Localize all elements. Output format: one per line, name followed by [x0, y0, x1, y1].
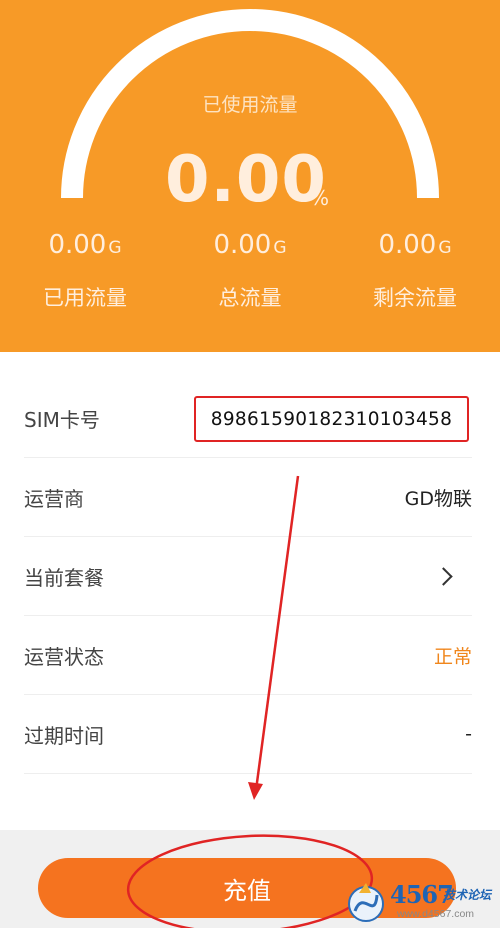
stat-total-label: 总流量 — [218, 286, 282, 310]
usage-percent-unit: % — [310, 186, 330, 210]
sim-number-label: SIM卡号 — [24, 407, 100, 432]
expiry-time-value: - — [465, 723, 472, 745]
operation-status-value: 正常 — [433, 645, 472, 668]
d4567-logo-icon — [348, 883, 384, 922]
row-expiry-time: 过期时间 - — [24, 695, 472, 774]
stat-used-value: 0.00 — [48, 230, 107, 260]
chevron-right-icon[interactable] — [434, 566, 453, 586]
stat-remaining-unit: G — [438, 238, 452, 258]
stat-total-value: 0.00 — [213, 230, 272, 260]
operator-value: GD物联 — [404, 487, 472, 510]
stat-total-unit: G — [273, 238, 287, 258]
usage-header: 已使用流量 0.00 % 0.00 G 已用流量 0.00 G 总流量 0.00 G … — [0, 0, 500, 352]
row-current-plan[interactable]: 当前套餐 — [24, 537, 472, 616]
expiry-time-label: 过期时间 — [24, 723, 104, 748]
stat-remaining-value: 0.00 — [378, 230, 437, 260]
watermark-url: www.d4567.com — [397, 908, 475, 920]
operation-status-label: 运营状态 — [24, 644, 104, 669]
row-operation-status: 运营状态 正常 — [24, 616, 472, 695]
current-plan-label: 当前套餐 — [24, 565, 104, 590]
row-operator: 运营商 GD物联 — [24, 458, 472, 537]
stat-total: 0.00 G 总流量 — [165, 230, 335, 312]
sim-number-highlight-box — [194, 396, 469, 442]
stat-remaining: 0.00 G 剩余流量 — [330, 230, 500, 312]
usage-percent-value: 0.00 — [165, 143, 327, 217]
stat-used: 0.00 G 已用流量 — [0, 230, 170, 312]
used-flow-title: 已使用流量 — [202, 94, 298, 116]
stat-remaining-label: 剩余流量 — [373, 286, 457, 310]
stat-used-unit: G — [108, 238, 122, 258]
operator-label: 运营商 — [24, 486, 84, 511]
watermark-text: 技术论坛 — [443, 888, 492, 902]
stat-used-label: 已用流量 — [43, 286, 127, 310]
